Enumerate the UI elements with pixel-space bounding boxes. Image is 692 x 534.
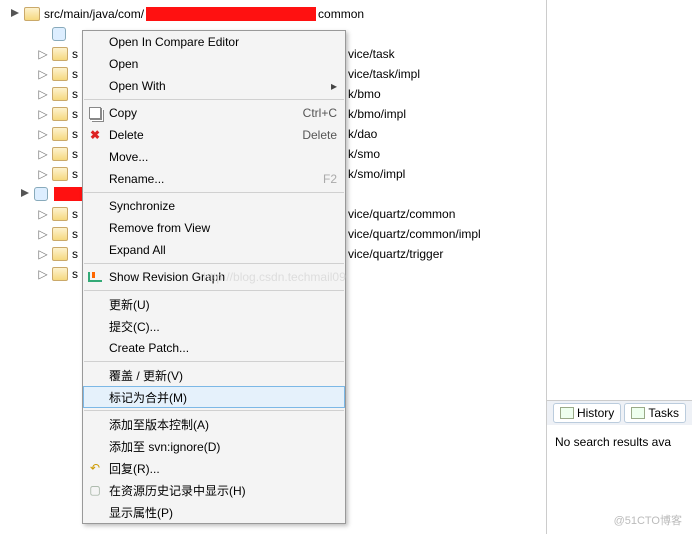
- file-icon: [52, 27, 66, 41]
- tab-tasks[interactable]: Tasks: [624, 403, 686, 423]
- root-prefix: src/main/java/com/: [44, 7, 144, 21]
- tree-label-trunc: s: [72, 127, 78, 141]
- menu-add-svn-ignore: 添加至 svn:ignore(D): [83, 435, 345, 457]
- collapse-arrow-icon: ▷: [34, 47, 52, 61]
- tree-label-suffix: k/smo: [348, 147, 380, 161]
- menu-add-version-control: 添加至版本控制(A): [83, 413, 345, 435]
- no-results-text: No search results ava: [547, 425, 692, 459]
- tree-label-trunc: s: [72, 207, 78, 221]
- menu-revert[interactable]: ↶回复(R)...: [83, 457, 345, 479]
- menu-move: Move...: [83, 146, 345, 168]
- collapse-arrow-icon: ▷: [34, 67, 52, 81]
- redacted-bar: [146, 7, 316, 21]
- tree-label-suffix: vice/quartz/common: [348, 207, 455, 221]
- revert-icon: ↶: [87, 460, 103, 476]
- folder-icon: [52, 227, 68, 241]
- folder-icon: [24, 7, 40, 21]
- folder-icon: [52, 207, 68, 221]
- tree-label-suffix: vice/quartz/trigger: [348, 247, 443, 261]
- copy-icon: [87, 105, 103, 121]
- menu-update[interactable]: 更新(U): [83, 293, 345, 315]
- context-menu: Open In Compare Editor Open Open With Co…: [82, 30, 346, 524]
- tree-label-trunc: s: [72, 67, 78, 81]
- menu-show-in-history[interactable]: ▢在资源历史记录中显示(H): [83, 479, 345, 501]
- history-icon: [560, 407, 574, 419]
- tree-label-suffix: k/dao: [348, 127, 377, 141]
- folder-icon: [52, 47, 68, 61]
- expanded-arrow-icon: [20, 188, 30, 198]
- tree-label-trunc: s: [72, 267, 78, 281]
- folder-icon: [52, 107, 68, 121]
- menu-open-with[interactable]: Open With: [83, 75, 345, 97]
- menu-mark-merged[interactable]: 标记为合并(M): [83, 386, 345, 408]
- tree-label-suffix: vice/quartz/common/impl: [348, 227, 481, 241]
- collapse-arrow-icon: ▷: [34, 267, 52, 281]
- tree-label-trunc: s: [72, 227, 78, 241]
- menu-synchronize[interactable]: Synchronize: [83, 195, 345, 217]
- right-panel: History Tasks No search results ava: [547, 0, 692, 534]
- menu-remove-from-view[interactable]: Remove from View: [83, 217, 345, 239]
- tree-label-trunc: s: [72, 107, 78, 121]
- tree-label-suffix: vice/task/impl: [348, 67, 420, 81]
- collapse-arrow-icon: ▷: [34, 227, 52, 241]
- tree-label-trunc: s: [72, 87, 78, 101]
- collapse-arrow-icon: ▷: [34, 107, 52, 121]
- folder-icon: [52, 267, 68, 281]
- folder-icon: [52, 247, 68, 261]
- folder-icon: [52, 67, 68, 81]
- collapse-arrow-icon: ▷: [34, 87, 52, 101]
- tab-history[interactable]: History: [553, 403, 621, 423]
- expanded-arrow-icon: [10, 8, 20, 18]
- tree-label-trunc: s: [72, 147, 78, 161]
- graph-icon: [87, 269, 103, 285]
- menu-revision-graph[interactable]: Show Revision Graphhttp://blog.csdn.tech…: [83, 266, 345, 288]
- project-icon: [34, 187, 48, 201]
- menu-create-patch[interactable]: Create Patch...: [83, 337, 345, 359]
- history-icon: ▢: [87, 482, 103, 498]
- tree-label-suffix: vice/task: [348, 47, 395, 61]
- tree-label-trunc: s: [72, 47, 78, 61]
- menu-commit: 提交(C)...: [83, 315, 345, 337]
- watermark: @51CTO博客: [614, 512, 682, 528]
- menu-open-compare[interactable]: Open In Compare Editor: [83, 31, 345, 53]
- menu-delete[interactable]: ✖DeleteDelete: [83, 124, 345, 146]
- root-suffix: common: [318, 7, 364, 21]
- menu-rename: Rename...F2: [83, 168, 345, 190]
- menu-show-properties: 显示属性(P): [83, 501, 345, 523]
- tree-label-trunc: s: [72, 247, 78, 261]
- menu-expand-all[interactable]: Expand All: [83, 239, 345, 261]
- menu-copy[interactable]: CopyCtrl+C: [83, 102, 345, 124]
- collapse-arrow-icon: ▷: [34, 167, 52, 181]
- folder-icon: [52, 167, 68, 181]
- menu-open[interactable]: Open: [83, 53, 345, 75]
- tree-label-suffix: k/bmo: [348, 87, 381, 101]
- tree-label-trunc: s: [72, 167, 78, 181]
- collapse-arrow-icon: ▷: [34, 247, 52, 261]
- collapse-arrow-icon: ▷: [34, 147, 52, 161]
- bottom-tabs: History Tasks: [547, 400, 692, 425]
- folder-icon: [52, 127, 68, 141]
- tree-root[interactable]: src/main/java/com/ common: [6, 4, 546, 24]
- tasks-icon: [631, 407, 645, 419]
- menu-override-update[interactable]: 覆盖 / 更新(V): [83, 364, 345, 386]
- tree-label-suffix: k/bmo/impl: [348, 107, 406, 121]
- collapse-arrow-icon: ▷: [34, 207, 52, 221]
- folder-icon: [52, 87, 68, 101]
- collapse-arrow-icon: ▷: [34, 127, 52, 141]
- tree-label-suffix: k/smo/impl: [348, 167, 405, 181]
- folder-icon: [52, 147, 68, 161]
- delete-icon: ✖: [87, 127, 103, 143]
